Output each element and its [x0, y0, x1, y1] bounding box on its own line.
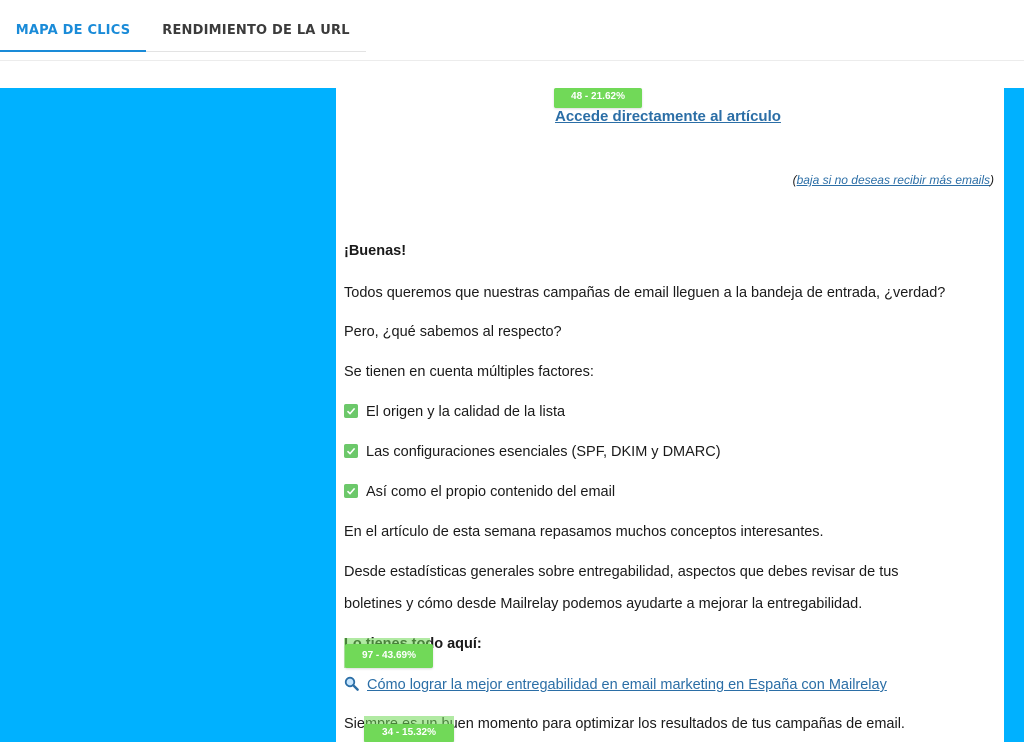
article-link-label: Cómo lograr la mejor entregabilidad en e… [367, 677, 887, 693]
checklist-item-label: Las configuraciones esenciales (SPF, DKI… [366, 444, 721, 460]
checklist-item-label: Así como el propio contenido del email [366, 484, 616, 500]
tab-track [146, 51, 366, 52]
heatmap-background-left [0, 88, 336, 742]
main-article-link[interactable]: Accede directamente al artículo [555, 108, 781, 125]
checkmark-icon [344, 444, 358, 458]
paragraph-stats-line-1: Desde estadísticas generales sobre entre… [344, 564, 899, 580]
checklist-item: Así como el propio contenido del email [344, 484, 615, 500]
paragraph-article: En el artículo de esta semana repasamos … [344, 524, 824, 540]
unsubscribe-link[interactable]: baja si no deseas recibir más emails [797, 173, 990, 187]
click-badge[interactable]: 34 - 15.32% [364, 724, 454, 742]
unsubscribe-line: (baja si no deseas recibir más emails) [793, 173, 994, 187]
magnifier-icon [344, 676, 359, 695]
paragraph-factors: Se tienen en cuenta múltiples factores: [344, 364, 594, 380]
email-preview: Accede directamente al artículo (baja si… [336, 88, 1004, 742]
paragraph-question: Pero, ¿qué sabemos al respecto? [344, 324, 562, 340]
click-badge[interactable]: 97 - 43.69% [345, 644, 433, 668]
checklist-item: El origen y la calidad de la lista [344, 404, 565, 420]
deliverability-article-link[interactable]: Cómo lograr la mejor entregabilidad en e… [344, 676, 887, 695]
heatmap-background-right [1004, 88, 1024, 742]
checkmark-icon [344, 484, 358, 498]
tab-url-performance[interactable]: RENDIMIENTO DE LA URL [146, 0, 366, 58]
tab-bar: MAPA DE CLICS RENDIMIENTO DE LA URL [0, 0, 1024, 61]
greeting: ¡Buenas! [344, 243, 407, 259]
click-badge[interactable]: 48 - 21.62% [554, 88, 642, 108]
paragraph-stats-line-2: boletines y cómo desde Mailrelay podemos… [344, 596, 863, 612]
active-tab-indicator [0, 50, 146, 52]
checklist-item: Las configuraciones esenciales (SPF, DKI… [344, 444, 721, 460]
checkmark-icon [344, 404, 358, 418]
checklist-item-label: El origen y la calidad de la lista [366, 404, 566, 420]
paragraph-intro: Todos queremos que nuestras campañas de … [344, 285, 946, 301]
unsubscribe-close-paren: ) [990, 173, 994, 187]
